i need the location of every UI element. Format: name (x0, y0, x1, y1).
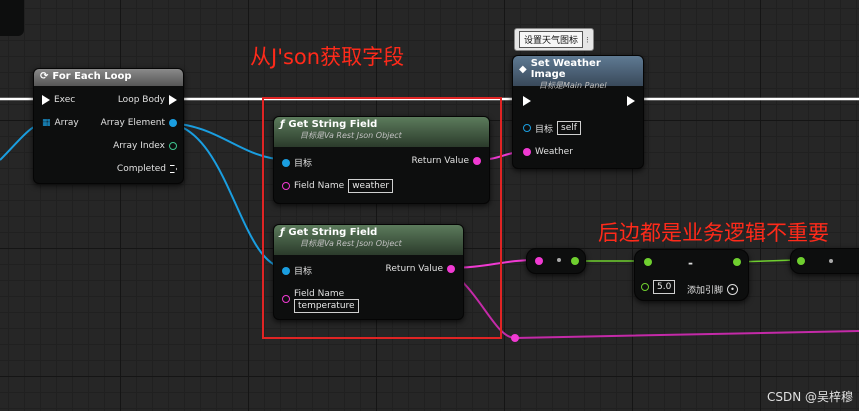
return-value-pin[interactable]: Return Value (386, 264, 455, 274)
pin-label: Field Name (294, 289, 345, 299)
function-icon: ƒ (280, 227, 285, 238)
exec-in-pin[interactable] (523, 96, 531, 106)
function-diamond-icon: ◆ (519, 63, 527, 75)
pin-label: 目标 (535, 124, 554, 135)
for-each-loop-node[interactable]: ⟳ For Each Loop Exec Loop Body ▦ Array Ar… (33, 68, 184, 184)
node-title: For Each Loop (52, 71, 132, 82)
pin-label: 目标 (294, 159, 313, 169)
node-title: Get String Field (288, 119, 378, 130)
exec-pin-icon (169, 95, 177, 105)
exec-in-pin[interactable]: Exec (42, 95, 75, 105)
node-title: Set Weather Image (530, 58, 601, 80)
conversion-dot-icon (557, 258, 561, 262)
field-name-input[interactable]: weather (348, 179, 394, 193)
add-pin-button[interactable]: 添加引脚 • (687, 283, 739, 296)
weather-pin[interactable]: Weather (523, 147, 573, 157)
pin-label: Weather (535, 147, 573, 157)
add-pin-label: 添加引脚 (687, 286, 724, 296)
comment-text: 设置天气图标 (519, 31, 584, 48)
pin-label: Array Index (113, 141, 165, 151)
pin-label: Exec (54, 95, 76, 105)
conversion-dot-icon (829, 259, 833, 263)
field-name-pin[interactable]: Field Name temperature (282, 289, 359, 313)
csdn-watermark: CSDN @吴梓穆 (766, 390, 853, 404)
node-title: Get String Field (288, 227, 378, 238)
int-pin-icon (169, 142, 177, 150)
array-index-pin[interactable]: Array Index (113, 141, 177, 151)
pin-label: 目标 (294, 267, 313, 277)
field-name-pin[interactable]: Field Name weather (282, 179, 394, 193)
second-input-pin[interactable]: 5.0 (641, 280, 676, 294)
object-pin-icon (282, 266, 290, 275)
target-pin[interactable]: 目标 (282, 264, 312, 277)
exec-pin-icon (627, 96, 635, 106)
pin-label: Loop Body (117, 95, 165, 105)
completed-pin[interactable]: Completed (117, 164, 177, 174)
array-element-pin[interactable]: Array Element (101, 118, 177, 128)
string-pin-icon (523, 148, 531, 156)
object-pin-icon (282, 158, 290, 167)
node-subtitle: 目标是Main Panel (539, 81, 607, 90)
string-pin-icon (535, 257, 543, 265)
pin-label: Return Value (411, 156, 469, 166)
string-pin-icon (447, 265, 455, 273)
object-pin-icon (523, 124, 531, 132)
exec-out-pin[interactable] (627, 96, 635, 106)
reroute-dot (511, 334, 519, 342)
partial-node-right[interactable] (790, 248, 859, 274)
string-pin-icon (282, 295, 290, 303)
pin-icon: ⁝ (586, 36, 589, 46)
target-pin[interactable]: 目标 (282, 156, 312, 169)
annotation-business-logic: 后边都是业务逻辑不重要 (598, 221, 829, 245)
array-grid-icon: ▦ (42, 118, 51, 128)
pin-label: Array Element (100, 118, 165, 128)
pin-label: Return Value (385, 264, 443, 274)
float-value-field[interactable]: 5.0 (653, 280, 676, 294)
field-name-input[interactable]: temperature (294, 299, 359, 313)
float-pin-icon (571, 257, 579, 265)
pin-label: Field Name (294, 181, 345, 191)
get-string-field-node-weather[interactable]: ƒ Get String Field 目标是Va Rest Json Object… (273, 116, 490, 204)
exec-hollow-pin-icon (170, 165, 177, 173)
exec-pin-icon (523, 96, 531, 106)
plus-circle-icon: • (727, 284, 739, 295)
pin-label: Array (54, 118, 79, 128)
operator-label: - (688, 256, 693, 270)
exec-pin-icon (42, 95, 50, 105)
function-icon: ƒ (280, 119, 285, 130)
pin-label: Completed (116, 164, 166, 174)
string-to-float-conversion-node[interactable] (526, 248, 586, 274)
set-weather-image-node[interactable]: ◆ Set Weather Image 目标是Main Panel 目标 self… (512, 55, 644, 169)
float-pin-icon (644, 258, 652, 266)
annotation-json-fields: 从J'son获取字段 (250, 45, 405, 69)
loop-body-pin[interactable]: Loop Body (118, 95, 177, 105)
target-pin[interactable]: 目标 self (523, 121, 581, 135)
object-pin-icon (169, 119, 177, 127)
node-comment-bubble[interactable]: 设置天气图标 ⁝ (514, 28, 594, 51)
target-self-field[interactable]: self (557, 121, 581, 135)
node-subtitle: 目标是Va Rest Json Object (300, 239, 402, 248)
subtract-node[interactable]: - 5.0 添加引脚 • (634, 249, 749, 301)
float-pin-icon (641, 283, 649, 291)
get-string-field-node-temperature[interactable]: ƒ Get String Field 目标是Va Rest Json Object… (273, 224, 464, 320)
float-pin-icon (733, 258, 741, 266)
loop-icon: ⟳ (40, 71, 49, 82)
float-pin-icon (797, 257, 805, 265)
node-subtitle: 目标是Va Rest Json Object (300, 131, 402, 140)
return-value-pin[interactable]: Return Value (412, 156, 481, 166)
string-pin-icon (282, 182, 290, 190)
string-pin-icon (473, 157, 481, 165)
array-in-pin[interactable]: ▦ Array (42, 118, 79, 128)
